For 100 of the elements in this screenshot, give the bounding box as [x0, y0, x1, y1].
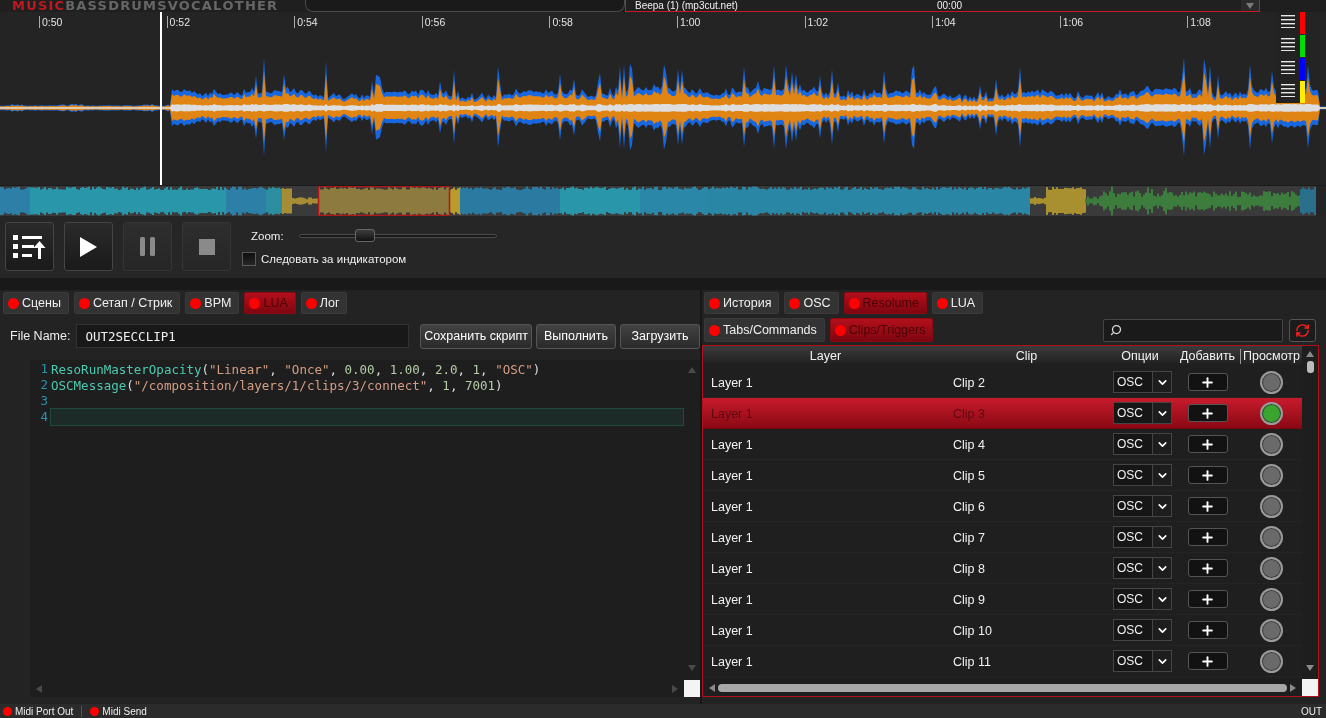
- script-button[interactable]: Сохранить скрипт: [420, 323, 532, 349]
- add-button[interactable]: [1187, 559, 1228, 577]
- menu-icon[interactable]: [1281, 15, 1295, 28]
- preview-indicator-icon[interactable]: [1259, 525, 1283, 549]
- table-cell: Layer 1: [711, 407, 753, 421]
- preview-indicator-icon[interactable]: [1259, 494, 1283, 518]
- plus-icon: [1200, 622, 1215, 638]
- plus-icon: [1200, 591, 1215, 607]
- status-dot-icon: [709, 324, 720, 336]
- follow-checkbox[interactable]: [242, 252, 256, 266]
- tab[interactable]: Сцены: [3, 292, 69, 314]
- scroll-up-icon[interactable]: [1306, 351, 1314, 357]
- preview-indicator-icon[interactable]: [1259, 370, 1283, 394]
- status-dot-icon: [8, 297, 19, 309]
- preview-indicator-icon[interactable]: [1259, 432, 1283, 456]
- add-button[interactable]: [1187, 590, 1228, 608]
- code-line: OSCMessage("/composition/layers/1/clips/3/connect", 1, 7001): [50, 377, 504, 393]
- stop-icon: [198, 238, 215, 255]
- tab[interactable]: Сетап / Стрик: [73, 292, 181, 314]
- tab[interactable]: LUA: [931, 292, 984, 314]
- zoom-label: Zoom:: [251, 230, 284, 242]
- add-button[interactable]: [1187, 497, 1228, 515]
- add-button[interactable]: [1187, 528, 1228, 546]
- add-button[interactable]: [1187, 621, 1228, 639]
- table-cell: Layer 1: [711, 655, 753, 669]
- code-editor[interactable]: 1 ResoRunMasterOpacity("Linear", "Once", 0.00, 1.00, 2.0, 1, "OSC") 2 OSCMessage("/composition/layers/1/clips/3/connect", 1, 7001) 3 4: [30, 360, 700, 697]
- preview-indicator-icon[interactable]: [1259, 649, 1283, 673]
- table-cell: Clip 7: [953, 531, 985, 545]
- add-button[interactable]: [1187, 435, 1228, 453]
- add-button[interactable]: [1187, 373, 1228, 391]
- script-button[interactable]: Выполнить: [536, 323, 616, 349]
- search-icon: [1110, 324, 1122, 336]
- add-button[interactable]: [1187, 466, 1228, 484]
- column-header: Просмотр: [1242, 349, 1301, 363]
- slider-thumb[interactable]: [354, 229, 375, 242]
- track-selector[interactable]: Beepa (1) (mp3cut.net) 00:00: [625, 0, 1260, 12]
- time-label: 0:56: [421, 16, 446, 28]
- tab[interactable]: Лог: [300, 292, 348, 314]
- line-number: 4: [39, 409, 48, 425]
- table-cell: Layer 1: [711, 500, 753, 514]
- status-dot-icon: [190, 297, 202, 309]
- time-label: 1:02: [804, 16, 828, 28]
- column-header: Clip: [1015, 349, 1038, 363]
- menu-icon[interactable]: [1281, 84, 1295, 97]
- plus-icon: [1200, 498, 1215, 514]
- table-cell: Clip 9: [953, 593, 985, 607]
- line-number: 1: [39, 361, 48, 377]
- status-dot-icon: [709, 297, 720, 309]
- refresh-button[interactable]: [1289, 318, 1316, 342]
- time-label: 1:04: [932, 16, 956, 28]
- preview-indicator-icon[interactable]: [1259, 587, 1283, 611]
- plus-icon: [1200, 405, 1215, 421]
- table-cell: Clip 3: [953, 407, 985, 421]
- time-label: 1:06: [1059, 16, 1084, 28]
- menu-icon[interactable]: [1281, 38, 1295, 51]
- plus-icon: [1200, 467, 1215, 483]
- scroll-left-icon[interactable]: [709, 683, 715, 692]
- file-name-label: File Name:: [10, 329, 71, 343]
- time-label: 1:00: [676, 16, 701, 28]
- table-cell: Clip 6: [953, 500, 985, 514]
- preview-indicator-icon[interactable]: [1259, 401, 1283, 425]
- tab[interactable]: История: [704, 292, 780, 314]
- script-button[interactable]: Загрузить: [620, 323, 700, 349]
- time-label: 0:52: [166, 16, 191, 28]
- status-label: OUT: [1300, 705, 1322, 717]
- preview-indicator-icon[interactable]: [1259, 618, 1283, 642]
- search-field[interactable]: [1103, 318, 1283, 342]
- menu-icon[interactable]: [1281, 61, 1295, 74]
- status-dot-icon: [789, 297, 801, 309]
- add-button[interactable]: [1187, 652, 1228, 670]
- tab[interactable]: Tabs/Commands: [704, 318, 825, 342]
- tab[interactable]: OSC: [784, 292, 839, 314]
- scrollbar-thumb[interactable]: [718, 683, 1287, 692]
- tab[interactable]: BPM: [185, 292, 240, 314]
- plus-icon: [1200, 374, 1215, 390]
- play-button[interactable]: [64, 222, 113, 271]
- table-cell: Layer 1: [711, 469, 753, 483]
- refresh-icon: [1295, 322, 1310, 338]
- plus-icon: [1200, 436, 1215, 452]
- dropdown-arrow-icon[interactable]: [1246, 2, 1254, 9]
- table-cell: Clip 4: [953, 438, 985, 452]
- playlist-button[interactable]: [5, 222, 54, 271]
- table-cell: Layer 1: [711, 531, 753, 545]
- scroll-down-icon[interactable]: [1306, 665, 1314, 671]
- scrollbar-thumb[interactable]: [1306, 361, 1314, 373]
- table-row[interactable]: Layer 1 Clip 3 OSC: [703, 398, 1302, 429]
- preview-indicator-icon[interactable]: [1259, 463, 1283, 487]
- table-cell: Layer 1: [711, 376, 753, 390]
- status-dot-icon: [834, 324, 846, 336]
- scroll-right-icon[interactable]: [1290, 683, 1296, 692]
- preview-indicator-icon[interactable]: [1259, 556, 1283, 580]
- file-name-field[interactable]: OUT2SECCLIP1: [76, 324, 410, 348]
- time-label: 0:54: [294, 16, 318, 28]
- status-dot-icon: [848, 297, 860, 309]
- line-number: 2: [39, 377, 48, 393]
- pause-icon: [140, 237, 155, 256]
- add-button[interactable]: [1187, 404, 1228, 422]
- time-label: 1:08: [1187, 16, 1211, 28]
- column-header: Добавить: [1179, 349, 1236, 363]
- status-label: Midi Send: [102, 705, 147, 717]
